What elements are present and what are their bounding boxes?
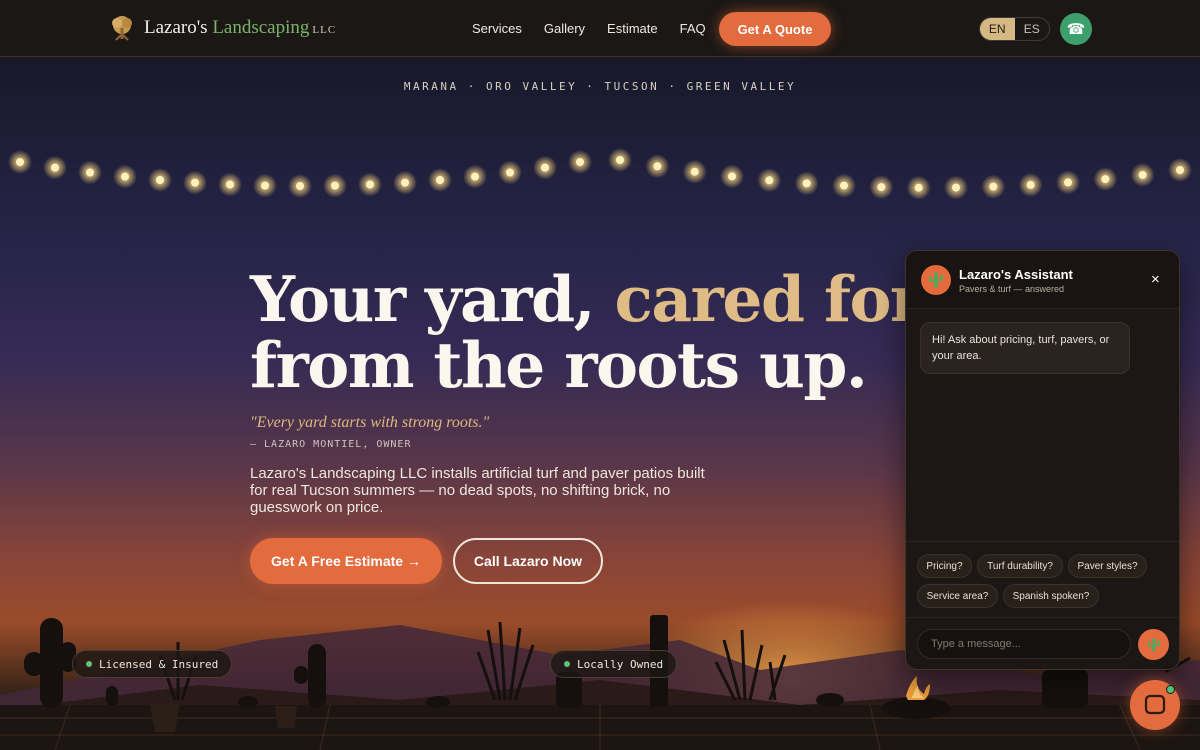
- light-bulb: [1026, 180, 1035, 189]
- badge-label: Licensed & Insured: [99, 657, 219, 671]
- phone-button[interactable]: ☎: [1060, 13, 1092, 45]
- light-bulb: [51, 163, 59, 172]
- headline-highlight: cared for: [614, 262, 924, 336]
- light-bulb: [156, 176, 164, 184]
- chip-turf-durability[interactable]: Turf durability?: [977, 554, 1063, 578]
- light-bulb: [1064, 178, 1072, 187]
- badge-label: Locally Owned: [577, 657, 664, 671]
- assistant-message: Hi! Ask about pricing, turf, pavers, or …: [920, 322, 1130, 374]
- chat-subtitle: Pavers & turf — answered: [959, 284, 1065, 294]
- light-bulb: [728, 172, 736, 181]
- light-bulb: [989, 182, 998, 191]
- nav-link-estimate[interactable]: Estimate: [607, 21, 658, 36]
- nav-link-gallery[interactable]: Gallery: [544, 21, 585, 36]
- chat-composer: [906, 617, 1179, 669]
- cactus-icon: [1147, 637, 1160, 652]
- light-bulb: [191, 178, 199, 187]
- light-bulb: [952, 183, 960, 192]
- lang-en-button[interactable]: EN: [980, 18, 1015, 40]
- service-towns: MARANA · ORO VALLEY · TUCSON · GREEN VAL…: [403, 80, 797, 93]
- string-lights-decoration: [0, 148, 1200, 200]
- light-bulb: [690, 167, 699, 176]
- light-bulb: [576, 158, 584, 166]
- light-bulb: [840, 181, 848, 190]
- brand-name-highlight: Landscaping: [212, 17, 310, 38]
- light-bulb: [1101, 175, 1110, 184]
- light-bulb: [653, 162, 662, 171]
- chip-spanish-spoken[interactable]: Spanish spoken?: [1003, 584, 1099, 608]
- hero-description: Lazaro's Landscaping LLC installs artifi…: [250, 465, 705, 516]
- locally-owned-badge: Locally Owned: [550, 650, 678, 678]
- light-bulb: [506, 168, 514, 177]
- light-bulb: [366, 180, 374, 189]
- chat-widget: Lazaro's Assistant Pavers & turf — answe…: [905, 250, 1180, 670]
- licensed-badge: Licensed & Insured: [72, 650, 233, 678]
- nav-link-faq[interactable]: FAQ: [680, 21, 706, 36]
- brand-suffix: LLC: [312, 24, 337, 36]
- main-menu: Services Gallery Estimate FAQ: [472, 21, 706, 36]
- online-indicator: [1166, 685, 1175, 694]
- light-bulb: [261, 181, 269, 190]
- cactus-icon: [929, 272, 943, 288]
- language-toggle: EN ES: [979, 17, 1050, 41]
- light-bulb: [226, 180, 234, 189]
- status-dot-icon: [564, 661, 570, 667]
- light-bulb: [1138, 170, 1147, 179]
- chat-bubble-icon: [1144, 694, 1166, 715]
- light-bulb: [401, 178, 409, 187]
- light-bulb: [877, 183, 886, 192]
- phone-icon: ☎: [1066, 21, 1086, 38]
- light-bulb: [86, 168, 94, 177]
- chip-paver-styles[interactable]: Paver styles?: [1068, 554, 1147, 578]
- chat-title: Lazaro's Assistant: [959, 267, 1073, 282]
- light-bulb: [1176, 166, 1184, 174]
- chat-avatar: [921, 265, 951, 295]
- free-estimate-button[interactable]: Get A Free Estimate →: [250, 538, 442, 584]
- close-icon[interactable]: ×: [1151, 271, 1160, 288]
- nav-link-services[interactable]: Services: [472, 21, 522, 36]
- get-quote-button[interactable]: Get A Quote: [719, 12, 831, 46]
- chip-service-area[interactable]: Service area?: [917, 584, 998, 608]
- brand-logo[interactable]: Lazaro's Landscaping LLC: [108, 14, 336, 42]
- quick-reply-chips: Pricing? Turf durability? Paver styles? …: [906, 541, 1179, 617]
- call-now-button[interactable]: Call Lazaro Now: [453, 538, 603, 584]
- hero-headline: Your yard, cared for from the roots up.: [250, 266, 923, 402]
- top-nav: Lazaro's Landscaping LLC Services Gallery…: [0, 0, 1200, 57]
- brand-name: Lazaro's Landscaping LLC: [144, 17, 337, 38]
- owner-quote: "Every yard starts with strong roots.": [250, 414, 490, 431]
- status-dot-icon: [86, 661, 92, 667]
- send-button[interactable]: [1138, 629, 1169, 660]
- light-bulb: [802, 179, 811, 188]
- light-bulb: [16, 158, 24, 166]
- chip-pricing[interactable]: Pricing?: [917, 554, 972, 578]
- light-bulb: [914, 183, 923, 192]
- headline-part: Your yard,: [250, 262, 596, 336]
- light-bulb: [471, 172, 479, 181]
- light-bulb: [436, 176, 444, 184]
- tree-icon: [112, 16, 132, 41]
- light-bulb: [541, 163, 549, 172]
- light-bulb: [296, 182, 304, 190]
- chat-header: Lazaro's Assistant Pavers & turf — answe…: [906, 251, 1179, 309]
- light-bulb: [616, 156, 624, 164]
- light-bulb: [121, 172, 129, 181]
- lang-es-button[interactable]: ES: [1015, 18, 1050, 40]
- light-bulb: [331, 181, 339, 190]
- headline-line2: from the roots up.: [250, 328, 868, 402]
- light-bulb: [765, 176, 774, 185]
- chat-message-input[interactable]: [917, 629, 1131, 659]
- quote-attribution: — LAZARO MONTIEL, OWNER: [250, 439, 412, 450]
